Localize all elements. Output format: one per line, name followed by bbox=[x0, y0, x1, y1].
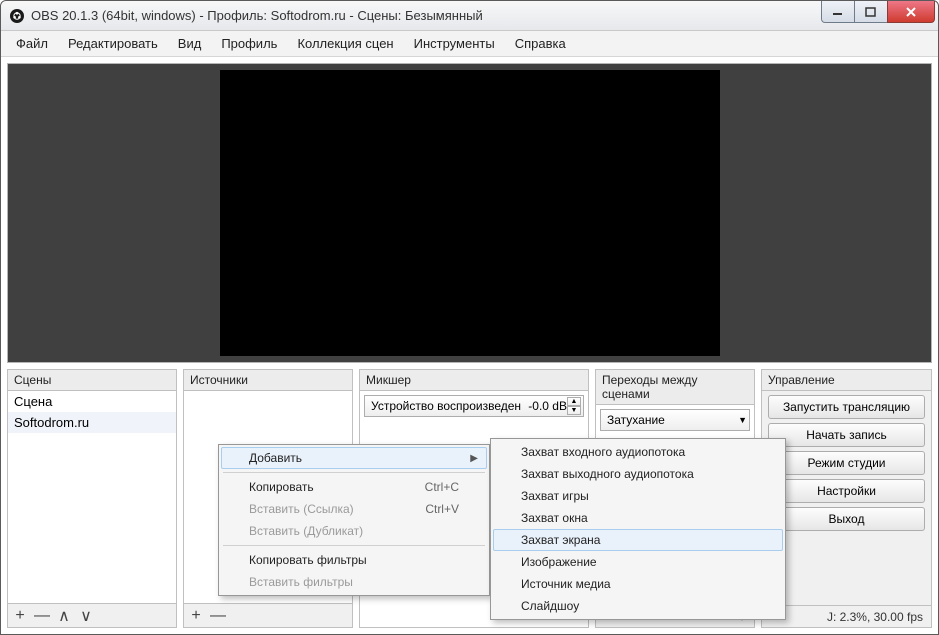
scenes-header: Сцены bbox=[8, 370, 176, 391]
transitions-header: Переходы между сценами bbox=[596, 370, 754, 405]
transition-select[interactable]: Затухание ▼ bbox=[600, 409, 750, 431]
add-source-button[interactable]: + bbox=[188, 607, 204, 625]
src-display-capture[interactable]: Захват экрана bbox=[493, 529, 783, 551]
menu-help[interactable]: Справка bbox=[506, 33, 575, 54]
db-spin-down-icon[interactable]: ▼ bbox=[567, 406, 581, 415]
settings-button[interactable]: Настройки bbox=[768, 479, 925, 503]
sources-context-menu: Добавить ▶ Копировать Ctrl+C Вставить (С… bbox=[218, 444, 490, 596]
ctx-paste-filters: Вставить фильтры bbox=[221, 571, 487, 593]
exit-button[interactable]: Выход bbox=[768, 507, 925, 531]
ctx-paste-dup: Вставить (Дубликат) bbox=[221, 520, 487, 542]
scene-item[interactable]: Сцена bbox=[8, 391, 176, 412]
studio-mode-button[interactable]: Режим студии bbox=[768, 451, 925, 475]
titlebar: OBS 20.1.3 (64bit, windows) - Профиль: S… bbox=[1, 1, 938, 31]
mixer-db-value: -0.0 dB bbox=[528, 399, 567, 413]
dropdown-icon: ▼ bbox=[738, 415, 747, 425]
add-source-submenu: Захват входного аудиопотока Захват выход… bbox=[490, 438, 786, 620]
src-image[interactable]: Изображение bbox=[493, 551, 783, 573]
menu-file[interactable]: Файл bbox=[7, 33, 57, 54]
src-audio-input[interactable]: Захват входного аудиопотока bbox=[493, 441, 783, 463]
src-audio-output[interactable]: Захват выходного аудиопотока bbox=[493, 463, 783, 485]
src-slideshow[interactable]: Слайдшоу bbox=[493, 595, 783, 617]
controls-panel: Управление Запустить трансляцию Начать з… bbox=[761, 369, 932, 628]
start-recording-button[interactable]: Начать запись bbox=[768, 423, 925, 447]
db-spin-up-icon[interactable]: ▲ bbox=[567, 397, 581, 406]
separator bbox=[223, 545, 485, 546]
preview-canvas[interactable] bbox=[220, 70, 720, 356]
mixer-header: Микшер bbox=[360, 370, 588, 391]
menu-scene-collection[interactable]: Коллекция сцен bbox=[288, 33, 402, 54]
remove-source-button[interactable]: — bbox=[210, 607, 226, 625]
close-button[interactable] bbox=[887, 1, 935, 23]
move-scene-up-button[interactable]: ∧ bbox=[56, 606, 72, 626]
transition-selected: Затухание bbox=[607, 413, 665, 427]
minimize-button[interactable] bbox=[821, 1, 855, 23]
ctx-add[interactable]: Добавить ▶ bbox=[221, 447, 487, 469]
window-title: OBS 20.1.3 (64bit, windows) - Профиль: S… bbox=[31, 8, 822, 23]
submenu-arrow-icon: ▶ bbox=[470, 453, 478, 464]
controls-header: Управление bbox=[762, 370, 931, 391]
scene-item[interactable]: Softodrom.ru bbox=[8, 412, 176, 433]
scenes-list[interactable]: Сцена Softodrom.ru bbox=[8, 391, 176, 603]
src-window-capture[interactable]: Захват окна bbox=[493, 507, 783, 529]
add-scene-button[interactable]: + bbox=[12, 607, 28, 625]
sources-header: Источники bbox=[184, 370, 352, 391]
ctx-copy-filters[interactable]: Копировать фильтры bbox=[221, 549, 487, 571]
menu-tools[interactable]: Инструменты bbox=[405, 33, 504, 54]
start-streaming-button[interactable]: Запустить трансляцию bbox=[768, 395, 925, 419]
src-media[interactable]: Источник медиа bbox=[493, 573, 783, 595]
remove-scene-button[interactable]: — bbox=[34, 607, 50, 625]
separator bbox=[223, 472, 485, 473]
menubar: Файл Редактировать Вид Профиль Коллекция… bbox=[1, 31, 938, 57]
status-bar: J: 2.3%, 30.00 fps bbox=[762, 605, 931, 627]
maximize-button[interactable] bbox=[854, 1, 888, 23]
ctx-paste-ref: Вставить (Ссылка) Ctrl+V bbox=[221, 498, 487, 520]
move-scene-down-button[interactable]: ∨ bbox=[78, 606, 94, 626]
src-game-capture[interactable]: Захват игры bbox=[493, 485, 783, 507]
mixer-device-label: Устройство воспроизведен bbox=[371, 399, 524, 413]
menu-profile[interactable]: Профиль bbox=[212, 33, 286, 54]
menu-view[interactable]: Вид bbox=[169, 33, 211, 54]
app-icon bbox=[9, 8, 25, 24]
menu-edit[interactable]: Редактировать bbox=[59, 33, 167, 54]
status-text: J: 2.3%, 30.00 fps bbox=[827, 610, 923, 624]
ctx-copy[interactable]: Копировать Ctrl+C bbox=[221, 476, 487, 498]
mixer-device-row[interactable]: Устройство воспроизведен -0.0 dB ▲ ▼ bbox=[364, 395, 584, 417]
scenes-panel: Сцены Сцена Softodrom.ru + — ∧ ∨ bbox=[7, 369, 177, 628]
preview-area bbox=[7, 63, 932, 363]
